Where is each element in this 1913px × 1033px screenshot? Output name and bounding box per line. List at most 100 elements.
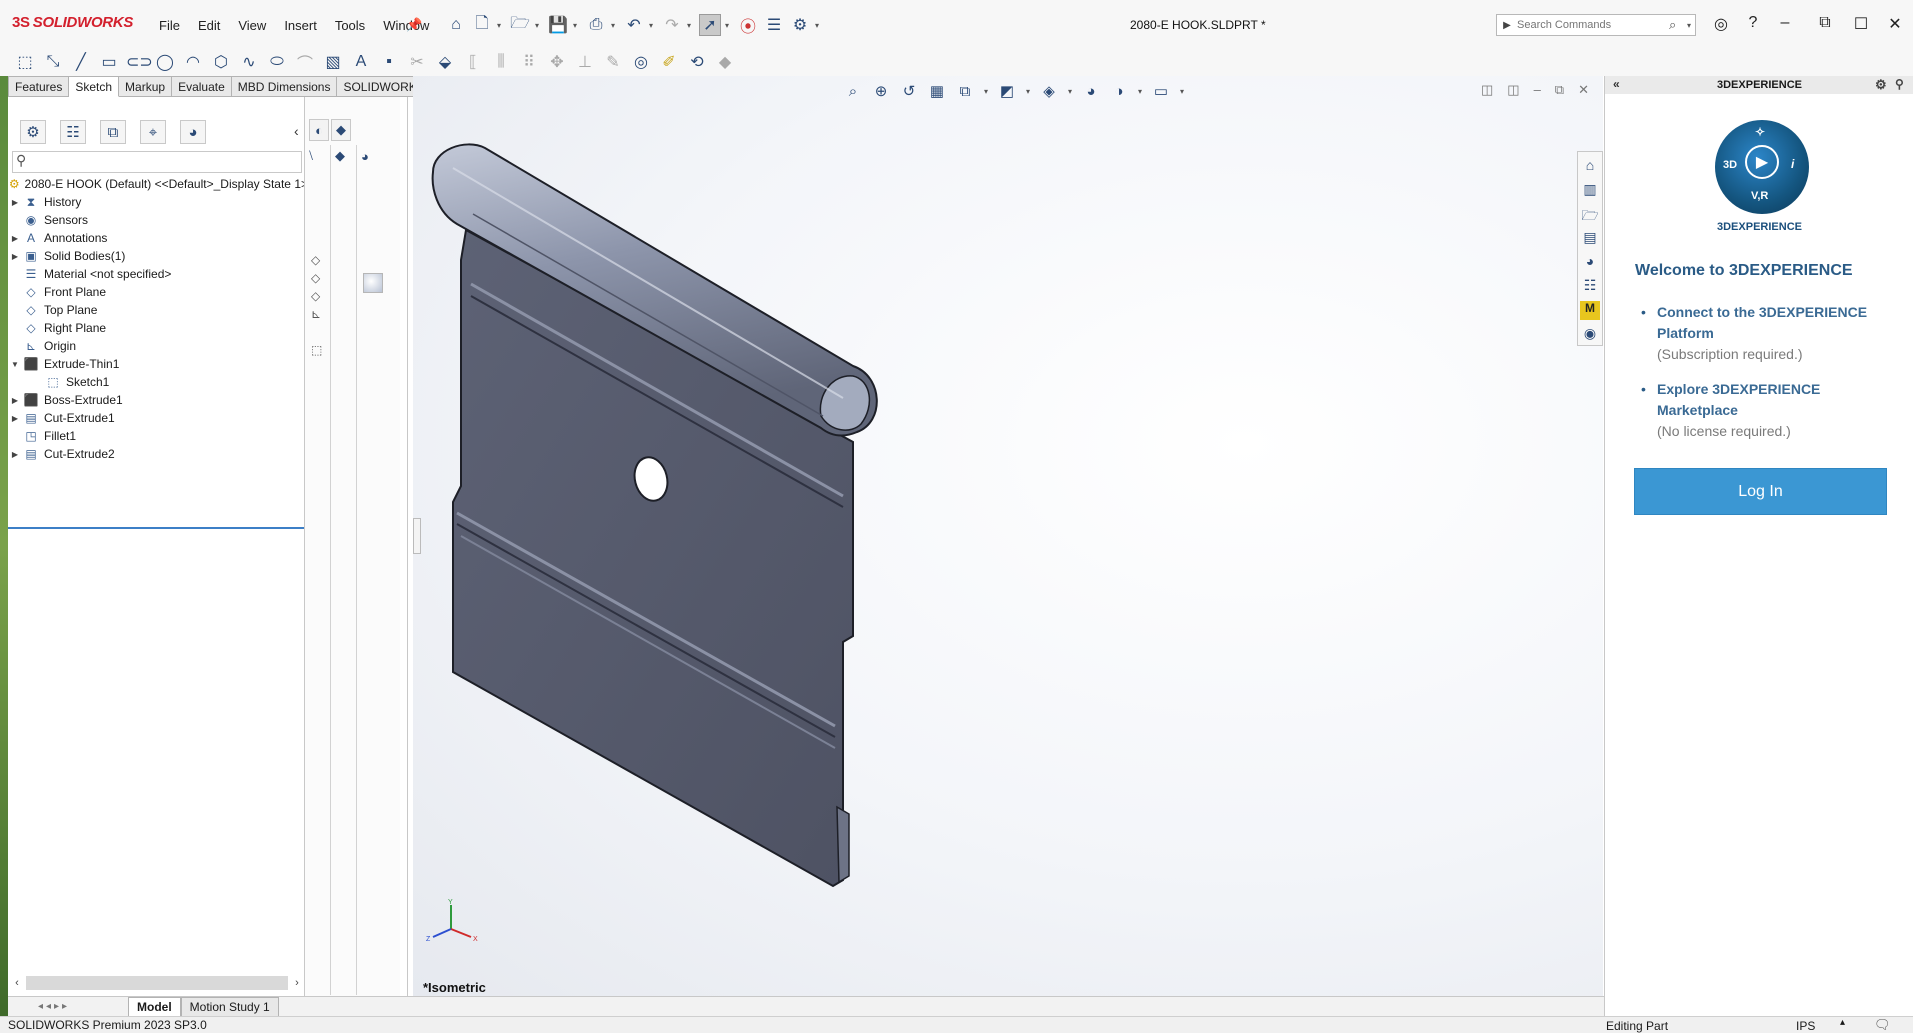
connect-platform-link[interactable]: Connect to the 3DEXPERIENCE Platform [1657,302,1891,344]
visibility-header-icon[interactable]: ⧵ [305,145,330,167]
search-icon[interactable]: ⌕ [1669,17,1687,33]
previous-view-icon[interactable]: ↺ [899,82,919,100]
tab-navigation-arrows-icon[interactable]: ◂◂▸▸ [8,1001,128,1012]
viewport-restore-icon[interactable]: ⧉ [1555,82,1564,98]
marketplace-icon[interactable]: M [1580,301,1600,320]
tree-filter-icon[interactable]: ⚲ [12,151,302,173]
redo-icon[interactable]: ↷ [661,14,683,36]
viewport-minimize-icon[interactable]: – [1534,82,1541,98]
tree-item-sketch1[interactable]: ⬚ Sketch1 [8,373,308,391]
spline-icon[interactable]: ∿ [238,52,260,72]
scroll-left-icon[interactable]: ‹ [12,977,22,989]
tree-item-fillet1[interactable]: ◳ Fillet1 [8,427,308,445]
quick-snaps-icon[interactable]: ◎ [630,52,652,72]
property-manager-tab-icon[interactable]: ☷ [60,120,86,144]
explore-marketplace-link[interactable]: Explore 3DEXPERIENCE Marketplace [1657,379,1891,421]
panel-splitter-handle[interactable] [413,518,421,554]
search-input[interactable] [1517,19,1669,31]
help-icon[interactable]: ? [1742,14,1764,32]
expand-arrow-icon[interactable]: ▶ [8,252,22,261]
file-explorer-icon[interactable]: 🗁 [1580,205,1600,224]
tree-item-solid-bodies[interactable]: ▶ ▣ Solid Bodies(1) [8,247,308,265]
tab-features[interactable]: Features [8,76,70,97]
file-properties-icon[interactable]: ☰ [763,14,785,36]
slot-icon[interactable]: ⊂⊃ [126,52,153,72]
plane-sketch-icon[interactable]: ▧ [322,52,344,72]
tree-item-extrude-thin1[interactable]: ▼ ⬛ Extrude-Thin1 [8,355,308,373]
viewport-next-icon[interactable]: ◫ [1507,82,1519,98]
viewport-previous-icon[interactable]: ◫ [1481,82,1493,98]
instant2d-icon[interactable]: ⟲ [686,52,708,72]
redo-dropdown-icon[interactable]: ▾ [687,21,695,30]
tree-root[interactable]: ⚙ 2080-E HOOK (Default) <<Default>_Displ… [8,175,308,193]
menu-view[interactable]: View [229,16,275,35]
rapid-sketch-icon[interactable]: ✐ [658,52,680,72]
shaded-sketch-icon[interactable]: ◆ [714,52,736,72]
unit-dropdown-icon[interactable]: ▴ [1840,1017,1845,1028]
view-dropdown-icon[interactable]: ▾ [983,87,989,96]
scrollbar-thumb[interactable] [26,976,288,990]
tab-sketch[interactable]: Sketch [69,76,120,97]
arc-icon[interactable]: ◠ [182,52,204,72]
appearances-icon[interactable]: ◕ [1580,253,1600,272]
view-orientation-icon[interactable]: ◩ [997,82,1017,100]
ellipse-icon[interactable]: ⬭ [266,53,288,71]
minimize-icon[interactable]: – [1774,14,1796,32]
line-icon[interactable]: ╱ [70,52,92,72]
tree-item-material[interactable]: ☰ Material <not specified> [8,265,308,283]
new-document-icon[interactable]: 🗋 [471,14,493,36]
dynamic-annotation-icon[interactable]: ⧉ [955,83,975,100]
expand-arrow-icon[interactable]: ▶ [8,396,22,405]
unit-system[interactable]: IPS [1796,1019,1815,1033]
section-view-icon[interactable]: ▦ [927,82,947,100]
circle-icon[interactable]: ◯ [154,52,176,72]
display-style-icon[interactable]: ◈ [1039,82,1059,100]
display-mode-header-icon[interactable]: ◆ [331,145,356,167]
plane-visibility-icon[interactable]: ◇ [311,289,320,303]
tab-markup[interactable]: Markup [119,76,173,97]
tree-item-origin[interactable]: ⊾ Origin [8,337,308,355]
tree-item-sensors[interactable]: ◉ Sensors [8,211,308,229]
tree-item-cut-extrude1[interactable]: ▶ ▤ Cut-Extrude1 [8,409,308,427]
new-dropdown-icon[interactable]: ▾ [497,21,505,30]
log-in-button[interactable]: Log In [1634,468,1887,515]
appearance-swatch[interactable] [363,273,383,293]
offset-icon[interactable]: ⟦ [462,52,484,72]
viewport-close-icon[interactable]: ✕ [1578,82,1589,98]
appearance-cube-icon[interactable]: ◆ [331,119,351,141]
point-icon[interactable]: ▪ [378,53,400,71]
tree-item-history[interactable]: ▶ ⧗ History [8,193,308,211]
message-bubble-icon[interactable]: 🗨 [1874,1017,1891,1033]
sketch-visibility-icon[interactable]: ⬚ [311,343,322,357]
plane-visibility-icon[interactable]: ◇ [311,253,320,267]
open-folder-icon[interactable]: 🗁 [509,14,531,36]
rebuild-traffic-light-icon[interactable]: ⦿ [737,14,759,36]
mirror-icon[interactable]: ⫼ [490,53,512,71]
view-settings-icon[interactable]: ▭ [1151,82,1171,100]
expand-arrow-icon[interactable]: ▶ [8,414,22,423]
display-manager-tab-icon[interactable]: ◕ [180,120,206,144]
zoom-to-fit-icon[interactable]: ⌕ [843,83,863,100]
move-entities-icon[interactable]: ✥ [546,52,568,72]
collapse-task-pane-icon[interactable]: « [1613,77,1620,91]
custom-properties-icon[interactable]: ☷ [1580,277,1600,296]
undo-dropdown-icon[interactable]: ▾ [649,21,657,30]
tree-horizontal-scrollbar[interactable]: ‹ › [12,975,302,991]
print-dropdown-icon[interactable]: ▾ [611,21,619,30]
solidworks-logo[interactable]: 3S SOLIDWORKS [12,14,133,31]
configuration-manager-tab-icon[interactable]: ⧉ [100,120,126,144]
home-icon[interactable]: ⌂ [445,14,467,36]
tree-item-annotations[interactable]: ▶ A Annotations [8,229,308,247]
save-icon[interactable]: 💾 [547,14,569,36]
options-gear-icon[interactable]: ⚙ [789,14,811,36]
view-palette-icon[interactable]: ▤ [1580,229,1600,248]
menu-insert[interactable]: Insert [275,16,326,35]
edit-appearance-icon[interactable]: ◑ [1109,83,1129,100]
graphics-viewport[interactable]: ⌕ ⊕ ↺ ▦ ⧉ ▾ ◩ ▾ ◈ ▾ ◕ ◑ ▾ ▭ ▾ ◫ ◫ – ⧉ ✕ ⌂ ▥ 🗁… [413,76,1603,996]
account-icon[interactable]: ◎ [1710,14,1732,34]
appearance-dropdown-icon[interactable]: ▾ [1137,87,1143,96]
hide-show-icon[interactable]: ◐ [309,119,329,141]
feature-manager-tab-icon[interactable]: ⚙ [20,120,46,144]
expand-arrow-icon[interactable]: ▶ [8,198,22,207]
smart-dimension-icon[interactable]: ⤡ [42,53,64,71]
